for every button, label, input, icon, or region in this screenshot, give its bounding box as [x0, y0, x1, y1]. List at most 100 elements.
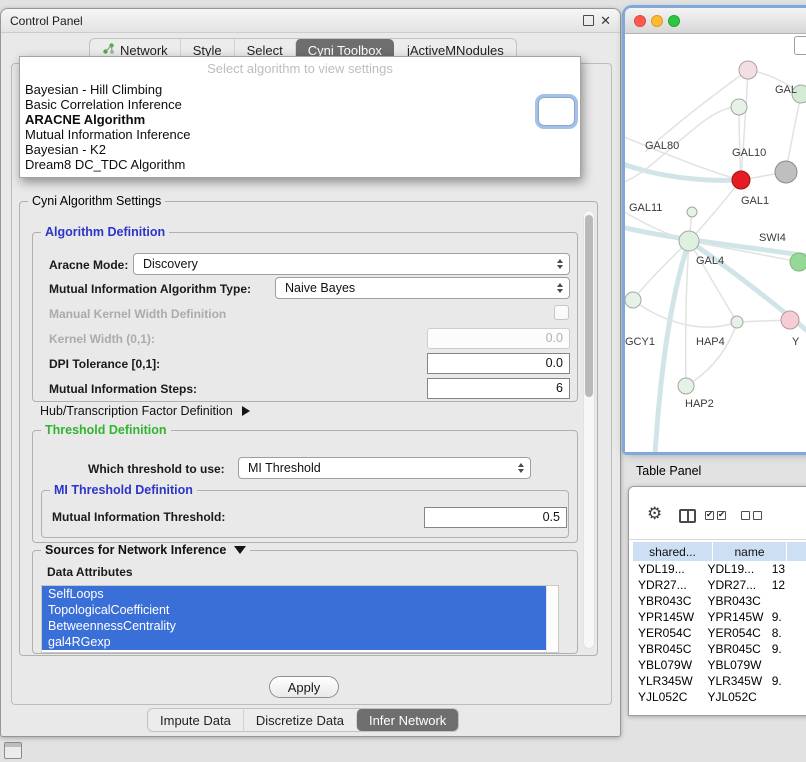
algorithm-option[interactable]: Basic Correlation Inference [20, 97, 580, 112]
node-label: GCY1 [625, 336, 655, 348]
network-node[interactable] [731, 316, 743, 328]
attribute-list-item[interactable]: gal4RGexp [42, 634, 547, 650]
table-row[interactable]: YER054CYER054C8. [633, 625, 806, 641]
which-threshold-select[interactable]: MI Threshold [238, 457, 531, 479]
tab-label: Infer Network [369, 713, 446, 728]
select-all-checkbox-icon[interactable] [705, 511, 714, 520]
mi-algorithm-type-label: Mutual Information Algorithm Type: [49, 280, 251, 298]
close-traffic-light[interactable] [634, 15, 646, 27]
column-header[interactable] [787, 542, 806, 561]
network-node[interactable] [775, 161, 797, 183]
table-row[interactable]: YJL052CYJL052C [633, 689, 806, 705]
bottom-tab-impute-data[interactable]: Impute Data [148, 709, 243, 731]
network-window-titlebar[interactable] [625, 8, 806, 34]
network-node[interactable] [687, 207, 697, 217]
attribute-list-scrollbar[interactable] [546, 586, 558, 652]
network-node[interactable] [679, 231, 699, 251]
combo-arrows-icon [557, 283, 563, 293]
control-panel-window: Control Panel ✕ NetworkStyleSelectCyni T… [0, 8, 621, 737]
node-label: GAL10 [732, 147, 766, 159]
dpi-tolerance-field[interactable]: 0.0 [427, 353, 570, 374]
scrollbar-thumb[interactable] [585, 215, 593, 397]
table-cell: YBR043C [702, 593, 766, 609]
birdseye-toggle[interactable] [794, 36, 806, 55]
table-cell: YBL079W [633, 657, 702, 673]
minimize-traffic-light[interactable] [651, 15, 663, 27]
table-panel-title: Table Panel [636, 464, 701, 478]
attribute-list-item[interactable]: TopologicalCoefficient [42, 602, 547, 618]
node-label: SWI4 [759, 232, 786, 244]
table-row[interactable]: YBR045CYBR045C9. [633, 641, 806, 657]
deselect-all-checkbox-icon[interactable] [753, 511, 762, 520]
apply-button[interactable]: Apply [269, 676, 339, 698]
table-cell: 9. [767, 641, 806, 657]
network-node[interactable] [731, 99, 747, 115]
mi-threshold-label: Mutual Information Threshold: [52, 508, 225, 526]
dropdown-placeholder: Select algorithm to view settings [20, 57, 580, 82]
table-row[interactable]: YPR145WYPR145W9. [633, 609, 806, 625]
control-panel-titlebar[interactable]: Control Panel ✕ [1, 9, 620, 33]
float-window-icon[interactable] [583, 15, 594, 26]
hub-transcription-factor-expander[interactable]: Hub/Transcription Factor Definition [40, 402, 250, 420]
table-cell: YDR27... [702, 577, 766, 593]
table-row[interactable]: YBR043CYBR043C [633, 593, 806, 609]
mi-steps-label: Mutual Information Steps: [49, 380, 197, 398]
table-cell: 9. [767, 609, 806, 625]
network-canvas[interactable]: GALGAL80GAL10GAL11GAL1SWI4GAL4GCY1HAP4YH… [625, 34, 806, 452]
table-row[interactable]: YDR27...YDR27...12 [633, 577, 806, 593]
network-edge [655, 241, 689, 452]
manual-kernel-width-checkbox[interactable] [554, 305, 569, 320]
settings-scrollbar[interactable] [583, 210, 595, 649]
minimized-panel-icon[interactable] [4, 742, 22, 759]
table-cell: 8. [767, 625, 806, 641]
table-body: YDL19...YDL19...13YDR27...YDR27...12YBR0… [633, 561, 806, 715]
algorithm-combo-focus-button[interactable] [538, 97, 575, 126]
mi-algorithm-type-select[interactable]: Naive Bayes [275, 277, 570, 299]
table-cell: YJL052C [702, 689, 766, 705]
table-cell: 12 [767, 577, 806, 593]
table-panel-window: ⚙ shared...name YDL19...YDL19...13YDR27.… [628, 486, 806, 716]
algorithm-option[interactable]: Dream8 DC_TDC Algorithm [20, 157, 580, 172]
table-cell: YJL052C [633, 689, 702, 705]
table-cell [767, 689, 806, 705]
network-node[interactable] [732, 171, 750, 189]
mi-threshold-field[interactable]: 0.5 [424, 507, 567, 528]
algorithm-option[interactable]: Mutual Information Inference [20, 127, 580, 142]
sources-expander[interactable]: Sources for Network Inference [41, 543, 250, 557]
attribute-list-item[interactable]: SelfLoops [42, 586, 547, 602]
column-header[interactable]: name [713, 542, 787, 561]
network-node[interactable] [790, 253, 806, 271]
table-row[interactable]: YDL19...YDL19...13 [633, 561, 806, 577]
gear-icon[interactable]: ⚙ [647, 505, 662, 523]
close-icon[interactable]: ✕ [600, 15, 611, 26]
table-cell: YBR045C [702, 641, 766, 657]
cyni-bottom-tabs: Impute DataDiscretize Data Infer Network [147, 708, 459, 732]
table-cell: YDL19... [702, 561, 766, 577]
table-cell: YDL19... [633, 561, 702, 577]
table-row[interactable]: YLR345WYLR345W9. [633, 673, 806, 689]
aracne-mode-select[interactable]: Discovery [133, 253, 570, 275]
node-label: GAL [775, 84, 797, 96]
network-node[interactable] [781, 311, 799, 329]
attribute-list-item[interactable]: BetweennessCentrality [42, 618, 547, 634]
mi-algorithm-type-value: Naive Bayes [285, 281, 355, 295]
algorithm-option[interactable]: Bayesian - K2 [20, 142, 580, 157]
node-label: GAL4 [696, 255, 724, 267]
network-node[interactable] [739, 61, 757, 79]
data-attributes-list[interactable]: SelfLoopsTopologicalCoefficientBetweenne… [41, 585, 559, 653]
bottom-tab-discretize-data[interactable]: Discretize Data [243, 709, 356, 731]
algorithm-option[interactable]: ARACNE Algorithm [20, 112, 580, 127]
network-node[interactable] [678, 378, 694, 394]
columns-icon[interactable] [679, 509, 696, 523]
mi-steps-field[interactable]: 6 [427, 378, 570, 399]
deselect-all-checkbox-icon[interactable] [741, 511, 750, 520]
kernel-width-field[interactable]: 0.0 [427, 328, 570, 349]
table-row[interactable]: YBL079WYBL079W [633, 657, 806, 673]
algorithm-option[interactable]: Bayesian - Hill Climbing [20, 82, 580, 97]
zoom-traffic-light[interactable] [668, 15, 680, 27]
network-node[interactable] [625, 292, 641, 308]
bottom-tab-infer-network[interactable]: Infer Network [356, 709, 458, 731]
which-threshold-label: Which threshold to use: [88, 460, 225, 478]
select-all-checkbox-icon[interactable] [717, 511, 726, 520]
column-header[interactable]: shared... [633, 542, 713, 561]
